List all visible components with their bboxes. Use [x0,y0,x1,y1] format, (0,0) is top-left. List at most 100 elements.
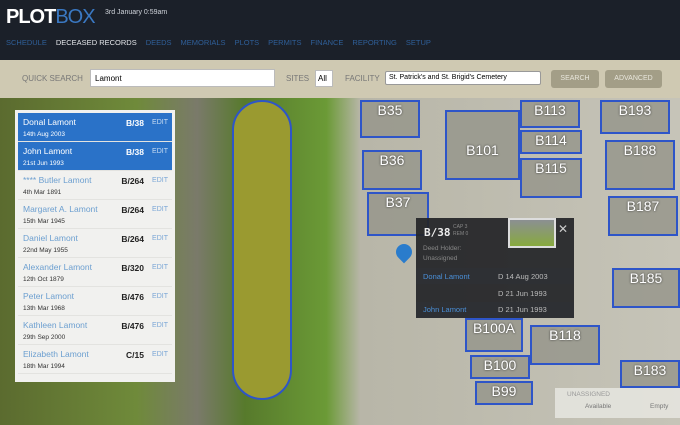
edit-button[interactable]: EDIT [152,235,168,242]
result-date: 22nd May 1955 [23,247,68,254]
map-plot[interactable]: B188 [605,140,675,190]
popup-date: D 14 Aug 2003 [498,272,548,281]
nav-deeds[interactable]: DEEDS [146,38,172,47]
result-name[interactable]: Kathleen Lamont [23,320,87,330]
main-nav: SCHEDULE DECEASED RECORDS DEEDS MEMORIAL… [6,38,431,47]
edit-button[interactable]: EDIT [152,206,168,213]
result-date: 12th Oct 1879 [23,276,64,283]
map-plot[interactable]: B115 [520,158,582,198]
map-plot[interactable]: B193 [600,100,670,134]
nav-schedule[interactable]: SCHEDULE [6,38,47,47]
map-plot[interactable]: B99 [475,381,533,405]
nav-finance[interactable]: FINANCE [311,38,344,47]
search-button[interactable]: SEARCH [551,70,599,88]
result-name[interactable]: **** Butler Lamont [23,175,92,185]
edit-button[interactable]: EDIT [152,264,168,271]
map-plot[interactable]: B183 [620,360,680,388]
nav-setup[interactable]: SETUP [406,38,431,47]
result-plot: B/264 [121,176,144,186]
map-plot[interactable]: B185 [612,268,680,308]
result-row[interactable]: Donal Lamont 14th Aug 2003 B/38 EDIT [18,113,172,142]
legend-title: UNASSIGNED [567,391,610,398]
result-name[interactable]: Peter Lamont [23,291,74,301]
popup-remaining: REM 0 [453,231,469,237]
facility-select[interactable]: St. Patrick's and St. Brigid's Cemetery [385,71,541,85]
nav-memorials[interactable]: MEMORIALS [181,38,226,47]
result-plot: B/476 [121,321,144,331]
legend-available[interactable]: Available [585,403,611,410]
map-plot[interactable]: B101 [445,110,520,180]
edit-button[interactable]: EDIT [152,119,168,126]
edit-button[interactable]: EDIT [152,148,168,155]
deed-holder-value: Unassigned [423,255,458,262]
result-plot: C/15 [126,350,144,360]
nav-plots[interactable]: PLOTS [235,38,260,47]
result-plot: B/264 [121,234,144,244]
result-date: 15th Mar 1945 [23,218,65,225]
result-row[interactable]: Elizabeth Lamont 18th Mar 1994 C/15 EDIT [18,345,172,374]
result-plot: B/320 [121,263,144,273]
close-icon[interactable]: ✕ [558,222,568,236]
popup-plot-id: B/38 [424,226,451,239]
result-date: 18th Mar 1994 [23,363,65,370]
result-row[interactable]: **** Butler Lamont 4th Mar 1891 B/264 ED… [18,171,172,200]
map-plot[interactable]: B113 [520,100,580,128]
popup-capacity: CAP 3 [453,224,468,230]
result-name[interactable]: John Lamont [23,146,72,156]
facility-label: FACILITY [345,74,380,83]
result-row[interactable]: Margaret A. Lamont 15th Mar 1945 B/264 E… [18,200,172,229]
result-plot: B/38 [126,118,144,128]
result-row[interactable]: Alexander Lamont 12th Oct 1879 B/320 EDI… [18,258,172,287]
current-date: 3rd January 0:59am [105,9,168,16]
popup-row[interactable]: Donal Lamont D 14 Aug 2003 [416,268,574,284]
edit-button[interactable]: EDIT [152,351,168,358]
result-row[interactable]: Peter Lamont 13th Mar 1968 B/476 EDIT [18,287,172,316]
result-row[interactable]: Kathleen Lamont 29th Sep 2000 B/476 EDIT [18,316,172,345]
result-name[interactable]: Donal Lamont [23,117,76,127]
popup-date: D 21 Jun 1993 [498,305,547,314]
result-name[interactable]: Margaret A. Lamont [23,204,98,214]
deed-holder-label: Deed Holder: [423,245,462,252]
results-list: Donal Lamont 14th Aug 2003 B/38 EDIT John… [15,110,175,382]
map-plot[interactable]: B100 [470,355,530,379]
nav-permits[interactable]: PERMITS [268,38,301,47]
result-name[interactable]: Alexander Lamont [23,262,92,272]
nav-deceased-records[interactable]: DECEASED RECORDS [56,38,137,47]
edit-button[interactable]: EDIT [152,293,168,300]
popup-row: D 21 Jun 1993 [416,285,574,301]
result-date: 29th Sep 2000 [23,334,66,341]
result-name[interactable]: Daniel Lamont [23,233,78,243]
map-legend: UNASSIGNED Available Empty [555,388,680,418]
result-row[interactable]: Daniel Lamont 22nd May 1955 B/264 EDIT [18,229,172,258]
sites-label: SITES [286,74,310,83]
map-plot[interactable]: B114 [520,130,582,154]
result-date: 13th Mar 1968 [23,305,65,312]
headstone-photo[interactable] [508,218,556,248]
map-plot[interactable]: B100A [465,318,523,352]
header: PLOTBOX 3rd January 0:59am SCHEDULE DECE… [0,0,680,60]
plotbox-logo[interactable]: PLOTBOX [6,6,96,29]
edit-button[interactable]: EDIT [152,177,168,184]
popup-row[interactable]: John Lamont D 21 Jun 1993 [416,302,574,318]
map-plot[interactable]: B118 [530,325,600,365]
map-plot[interactable]: B35 [360,100,420,138]
quick-search-input[interactable]: Lamont [90,69,275,87]
popup-name-link[interactable]: John Lamont [423,305,466,314]
quick-search-label: QUICK SEARCH [22,74,83,83]
legend-empty[interactable]: Empty [650,403,668,410]
nav-reporting[interactable]: REPORTING [352,38,396,47]
popup-name-link[interactable]: Donal Lamont [423,272,470,281]
map-plot[interactable]: B187 [608,196,678,236]
sites-select[interactable]: All [315,70,333,87]
edit-button[interactable]: EDIT [152,322,168,329]
result-plot: B/38 [126,147,144,157]
result-plot: B/264 [121,205,144,215]
popup-date: D 21 Jun 1993 [498,289,547,298]
plot-popup: B/38 CAP 3 REM 0 ✕ Deed Holder: Unassign… [416,218,574,318]
result-row[interactable]: John Lamont 21st Jun 1993 B/38 EDIT [18,142,172,171]
hedge-section [232,100,292,400]
advanced-button[interactable]: ADVANCED [605,70,662,88]
result-plot: B/476 [121,292,144,302]
map-plot[interactable]: B36 [362,150,422,190]
result-name[interactable]: Elizabeth Lamont [23,349,89,359]
